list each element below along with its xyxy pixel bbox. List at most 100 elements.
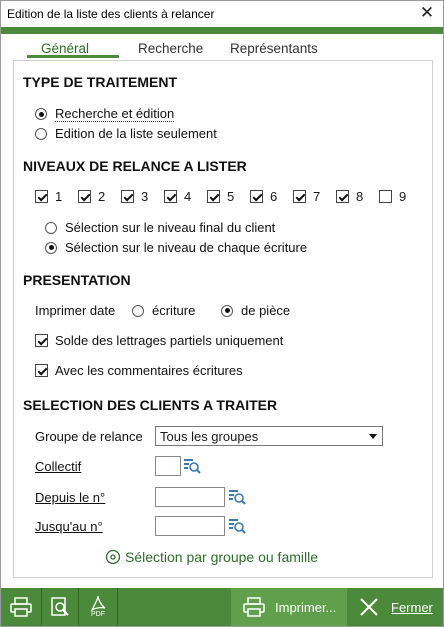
level-6-checkbox[interactable]: 6 — [250, 189, 293, 204]
checkbox[interactable] — [293, 190, 306, 203]
commentaires-checkbox[interactable]: Avec les commentaires écritures — [35, 363, 243, 378]
section-type-traitement: TYPE DE TRAITEMENT — [23, 74, 178, 90]
checkbox[interactable] — [78, 190, 91, 203]
checkbox[interactable] — [35, 364, 48, 377]
collectif-label: Collectif — [35, 459, 81, 474]
imprimer-button[interactable]: Imprimer... — [231, 588, 347, 626]
search-lookup-icon[interactable] — [228, 517, 246, 535]
separator — [117, 588, 118, 626]
close-icon — [360, 598, 378, 616]
checkbox-label: 1 — [55, 189, 63, 204]
chevron-down-icon — [369, 434, 377, 439]
section-presentation: PRESENTATION — [23, 272, 131, 288]
label-text: Depuis le n° — [35, 490, 106, 505]
levels-checkbox-group: 1 2 3 4 5 6 7 8 9 — [35, 189, 422, 204]
radio-date-ecriture[interactable]: écriture — [132, 303, 195, 318]
level-2-checkbox[interactable]: 2 — [78, 189, 121, 204]
checkbox[interactable] — [379, 190, 392, 203]
radio-label: Edition de la liste seulement — [55, 126, 217, 141]
radio-edition-seulement[interactable]: Edition de la liste seulement — [35, 126, 217, 141]
radio-button[interactable] — [132, 304, 144, 317]
checkbox-label: 8 — [356, 189, 364, 204]
checkbox-label: 6 — [270, 189, 278, 204]
label-text: Groupe de relance — [35, 429, 143, 444]
section-niveaux: NIVEAUX DE RELANCE A LISTER — [23, 158, 247, 174]
search-lookup-icon[interactable] — [183, 457, 201, 475]
window-title: Edition de la liste des clients à relanc… — [7, 7, 215, 21]
radio-niveau-final[interactable]: Sélection sur le niveau final du client — [45, 220, 275, 235]
pdf-label: PDF — [91, 611, 105, 618]
checkbox[interactable] — [336, 190, 349, 203]
checkbox-label: 3 — [141, 189, 149, 204]
checkbox[interactable] — [35, 334, 48, 347]
radio-button[interactable] — [45, 241, 57, 254]
tab-general[interactable]: Général — [41, 41, 89, 56]
depuis-label: Depuis le n° — [35, 490, 105, 505]
checkbox-label: Avec les commentaires écritures — [55, 363, 243, 378]
print-preview-icon — [51, 597, 69, 616]
active-tab-indicator — [27, 55, 119, 58]
search-lookup-icon[interactable] — [228, 488, 246, 506]
checkbox[interactable] — [164, 190, 177, 203]
checkbox[interactable] — [121, 190, 134, 203]
collectif-input[interactable] — [155, 456, 181, 476]
checkbox-label: 5 — [227, 189, 235, 204]
footer-toolbar: PDF Imprimer... Fermer — [1, 588, 443, 626]
depuis-input[interactable] — [155, 487, 225, 507]
radio-label: écriture — [152, 303, 196, 318]
label-text: Jusqu'au n° — [35, 519, 103, 534]
pdf-export-button[interactable]: PDF — [79, 588, 117, 626]
radio-label: Sélection sur le niveau de chaque écritu… — [65, 240, 308, 255]
radio-date-piece[interactable]: de pièce — [221, 303, 290, 318]
checkbox[interactable] — [207, 190, 220, 203]
groupe-relance-label: Groupe de relance — [35, 429, 143, 444]
select-value: Tous les groupes — [160, 429, 259, 444]
label-text: Collectif — [35, 459, 82, 474]
accent-bar — [1, 27, 443, 34]
pdf-icon — [90, 595, 106, 611]
groupe-relance-select[interactable]: Tous les groupes — [155, 426, 383, 446]
checkbox-label: 7 — [313, 189, 321, 204]
radio-button[interactable] — [45, 221, 57, 234]
level-3-checkbox[interactable]: 3 — [121, 189, 164, 204]
level-9-checkbox[interactable]: 9 — [379, 189, 422, 204]
radio-recherche-edition[interactable]: Recherche et édition — [35, 106, 175, 122]
level-4-checkbox[interactable]: 4 — [164, 189, 207, 204]
checkbox[interactable] — [250, 190, 263, 203]
radio-button[interactable] — [35, 108, 47, 120]
print-quick-button[interactable] — [1, 588, 41, 626]
checkbox-label: Solde des lettrages partiels uniquement — [55, 333, 284, 348]
preview-button[interactable] — [42, 588, 78, 626]
title-bar: Edition de la liste des clients à relanc… — [1, 1, 443, 27]
link-text: Sélection par groupe ou famille — [125, 549, 319, 565]
level-5-checkbox[interactable]: 5 — [207, 189, 250, 204]
groupe-famille-link[interactable]: Sélection par groupe ou famille — [105, 549, 318, 565]
level-8-checkbox[interactable]: 8 — [336, 189, 379, 204]
radio-label: Sélection sur le niveau final du client — [65, 220, 276, 235]
tab-representants[interactable]: Représentants — [230, 41, 318, 56]
solde-lettrages-checkbox[interactable]: Solde des lettrages partiels uniquement — [35, 333, 283, 348]
close-icon[interactable]: ✕ — [417, 3, 437, 23]
checkbox[interactable] — [35, 190, 48, 203]
level-1-checkbox[interactable]: 1 — [35, 189, 78, 204]
imprimer-date-row: Imprimer date — [35, 303, 115, 318]
radio-label: de pièce — [241, 303, 291, 318]
tab-recherche[interactable]: Recherche — [138, 41, 203, 56]
printer-icon — [10, 597, 32, 617]
radio-button[interactable] — [35, 127, 47, 140]
target-icon — [105, 549, 121, 565]
dialog-window: Edition de la liste des clients à relanc… — [0, 0, 444, 627]
radio-niveau-ecriture[interactable]: Sélection sur le niveau de chaque écritu… — [45, 240, 307, 255]
button-label: Fermer — [391, 599, 433, 615]
level-7-checkbox[interactable]: 7 — [293, 189, 336, 204]
jusqu-label: Jusqu'au n° — [35, 519, 103, 534]
checkbox-label: 9 — [399, 189, 407, 204]
fermer-button[interactable]: Fermer — [347, 588, 443, 626]
radio-button[interactable] — [221, 304, 233, 317]
section-selection-clients: SELECTION DES CLIENTS A TRAITER — [23, 397, 278, 413]
checkbox-label: 4 — [184, 189, 192, 204]
checkbox-label: 2 — [98, 189, 106, 204]
imprimer-date-label: Imprimer date — [35, 303, 116, 318]
printer-icon — [243, 597, 265, 617]
jusqu-input[interactable] — [155, 516, 225, 536]
